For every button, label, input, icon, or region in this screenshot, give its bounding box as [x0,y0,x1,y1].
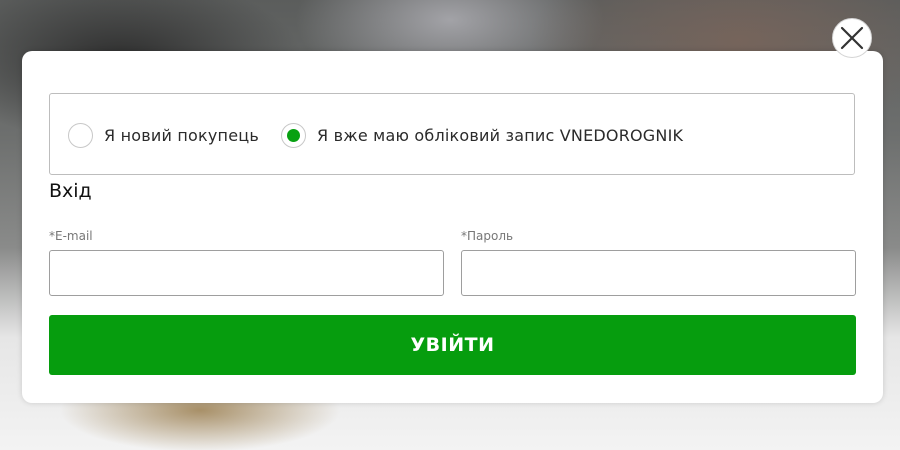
email-label: *E-mail [49,229,93,243]
password-field[interactable] [461,250,856,296]
password-label: *Пароль [461,229,514,243]
email-field[interactable] [49,250,444,296]
radio-existing-account[interactable]: Я вже маю обліковий запис VNEDOROGNIK [281,123,683,148]
radio-new-customer[interactable]: Я новий покупець [68,123,259,148]
radio-selected-dot [287,129,300,142]
login-modal: Я новий покупець Я вже маю обліковий зап… [22,51,883,403]
customer-type-selector: Я новий покупець Я вже маю обліковий зап… [49,93,855,175]
radio-new-customer-label[interactable]: Я новий покупець [104,126,259,145]
close-icon [840,26,864,50]
login-title: Вхід [49,180,92,202]
radio-new-customer-circle[interactable] [68,123,93,148]
radio-existing-account-label[interactable]: Я вже маю обліковий запис VNEDOROGNIK [317,126,683,145]
close-button[interactable] [832,18,872,58]
radio-existing-account-circle[interactable] [281,123,306,148]
login-button[interactable]: УВІЙТИ [49,315,856,375]
